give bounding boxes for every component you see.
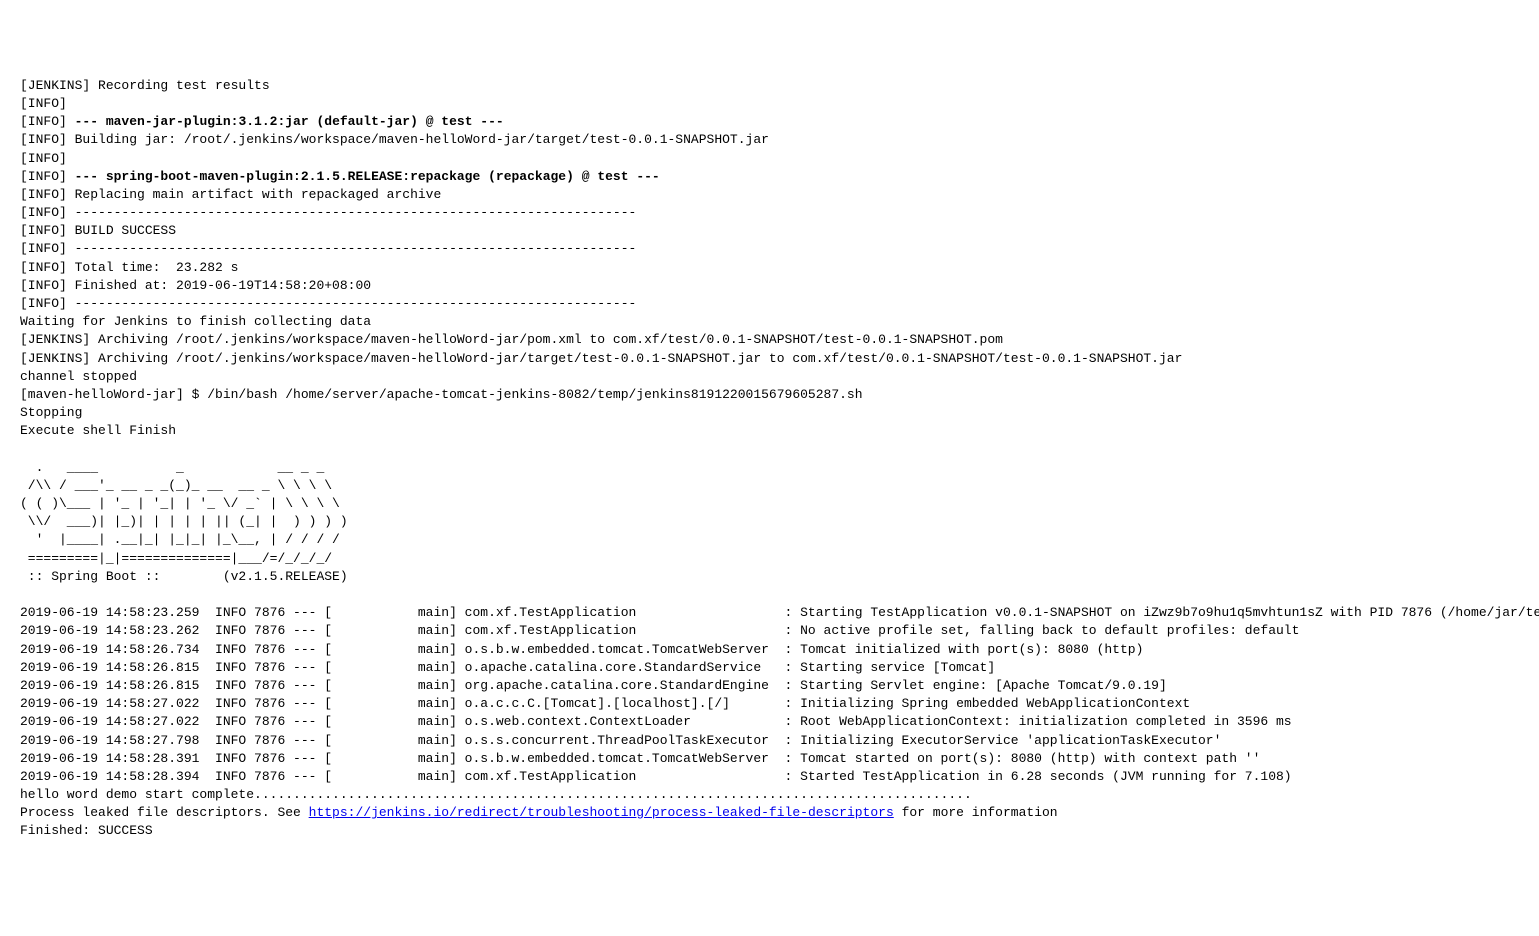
console-output: [JENKINS] Recording test results [INFO] …	[20, 77, 1519, 841]
spring-banner-line: ' |____| .__|_| |_|_| |_\__, | / / / /	[20, 532, 340, 547]
spring-banner-line: /\\ / ___'_ __ _ _(_)_ __ __ _ \ \ \ \	[20, 478, 332, 493]
log-line: 2019-06-19 14:58:28.394 INFO 7876 --- [ …	[20, 769, 1292, 784]
leak-line: Process leaked file descriptors. See htt…	[20, 805, 1058, 820]
leak-descriptors-link[interactable]: https://jenkins.io/redirect/troubleshoot…	[309, 805, 894, 820]
log-line: [INFO] ---------------------------------…	[20, 205, 636, 220]
maven-goal-1: --- maven-jar-plugin:3.1.2:jar (default-…	[75, 114, 504, 129]
log-line: [INFO] ---------------------------------…	[20, 241, 636, 256]
finished-line: Finished: SUCCESS	[20, 823, 153, 838]
maven-goal-2: --- spring-boot-maven-plugin:2.1.5.RELEA…	[75, 169, 660, 184]
spring-banner-line: \\/ ___)| |_)| | | | | || (_| | ) ) ) )	[20, 514, 348, 529]
spring-banner-line: ( ( )\___ | '_ | '_| | '_ \/ _` | \ \ \ …	[20, 496, 340, 511]
log-line: [INFO] Replacing main artifact with repa…	[20, 187, 441, 202]
log-line-total-time: [INFO] Total time: 23.282 s	[20, 260, 238, 275]
log-line: [INFO]	[20, 96, 75, 111]
log-line: [maven-helloWord-jar] $ /bin/bash /home/…	[20, 387, 863, 402]
log-line: [INFO] Building jar: /root/.jenkins/work…	[20, 132, 769, 147]
log-line: 2019-06-19 14:58:23.262 INFO 7876 --- [ …	[20, 623, 1299, 638]
log-line: Stopping	[20, 405, 82, 420]
log-line: channel stopped	[20, 369, 137, 384]
log-line: 2019-06-19 14:58:27.022 INFO 7876 --- [ …	[20, 714, 1292, 729]
spring-banner-line: :: Spring Boot :: (v2.1.5.RELEASE)	[20, 569, 348, 584]
log-line: [JENKINS] Archiving /root/.jenkins/works…	[20, 332, 1003, 347]
log-line: Execute shell Finish	[20, 423, 176, 438]
spring-banner-line: . ____ _ __ _ _	[20, 460, 324, 475]
log-line: [JENKINS] Archiving /root/.jenkins/works…	[20, 351, 1182, 366]
log-line: hello word demo start complete..........…	[20, 787, 972, 802]
log-line: [INFO] ---------------------------------…	[20, 296, 636, 311]
log-line: 2019-06-19 14:58:26.815 INFO 7876 --- [ …	[20, 678, 1167, 693]
log-line: [INFO]	[20, 151, 75, 166]
log-line-build-success: [INFO] BUILD SUCCESS	[20, 223, 176, 238]
log-line: [INFO]	[20, 169, 75, 184]
log-line: [INFO]	[20, 114, 75, 129]
log-line: 2019-06-19 14:58:27.022 INFO 7876 --- [ …	[20, 696, 1190, 711]
log-line: 2019-06-19 14:58:26.734 INFO 7876 --- [ …	[20, 642, 1143, 657]
spring-banner-line: =========|_|==============|___/=/_/_/_/	[20, 551, 332, 566]
log-line: [JENKINS] Recording test results	[20, 78, 270, 93]
log-line: 2019-06-19 14:58:23.259 INFO 7876 --- [ …	[20, 605, 1539, 620]
log-line: Waiting for Jenkins to finish collecting…	[20, 314, 371, 329]
log-line-finished-at: [INFO] Finished at: 2019-06-19T14:58:20+…	[20, 278, 371, 293]
log-line: 2019-06-19 14:58:28.391 INFO 7876 --- [ …	[20, 751, 1260, 766]
log-line: 2019-06-19 14:58:27.798 INFO 7876 --- [ …	[20, 733, 1221, 748]
log-line: 2019-06-19 14:58:26.815 INFO 7876 --- [ …	[20, 660, 995, 675]
